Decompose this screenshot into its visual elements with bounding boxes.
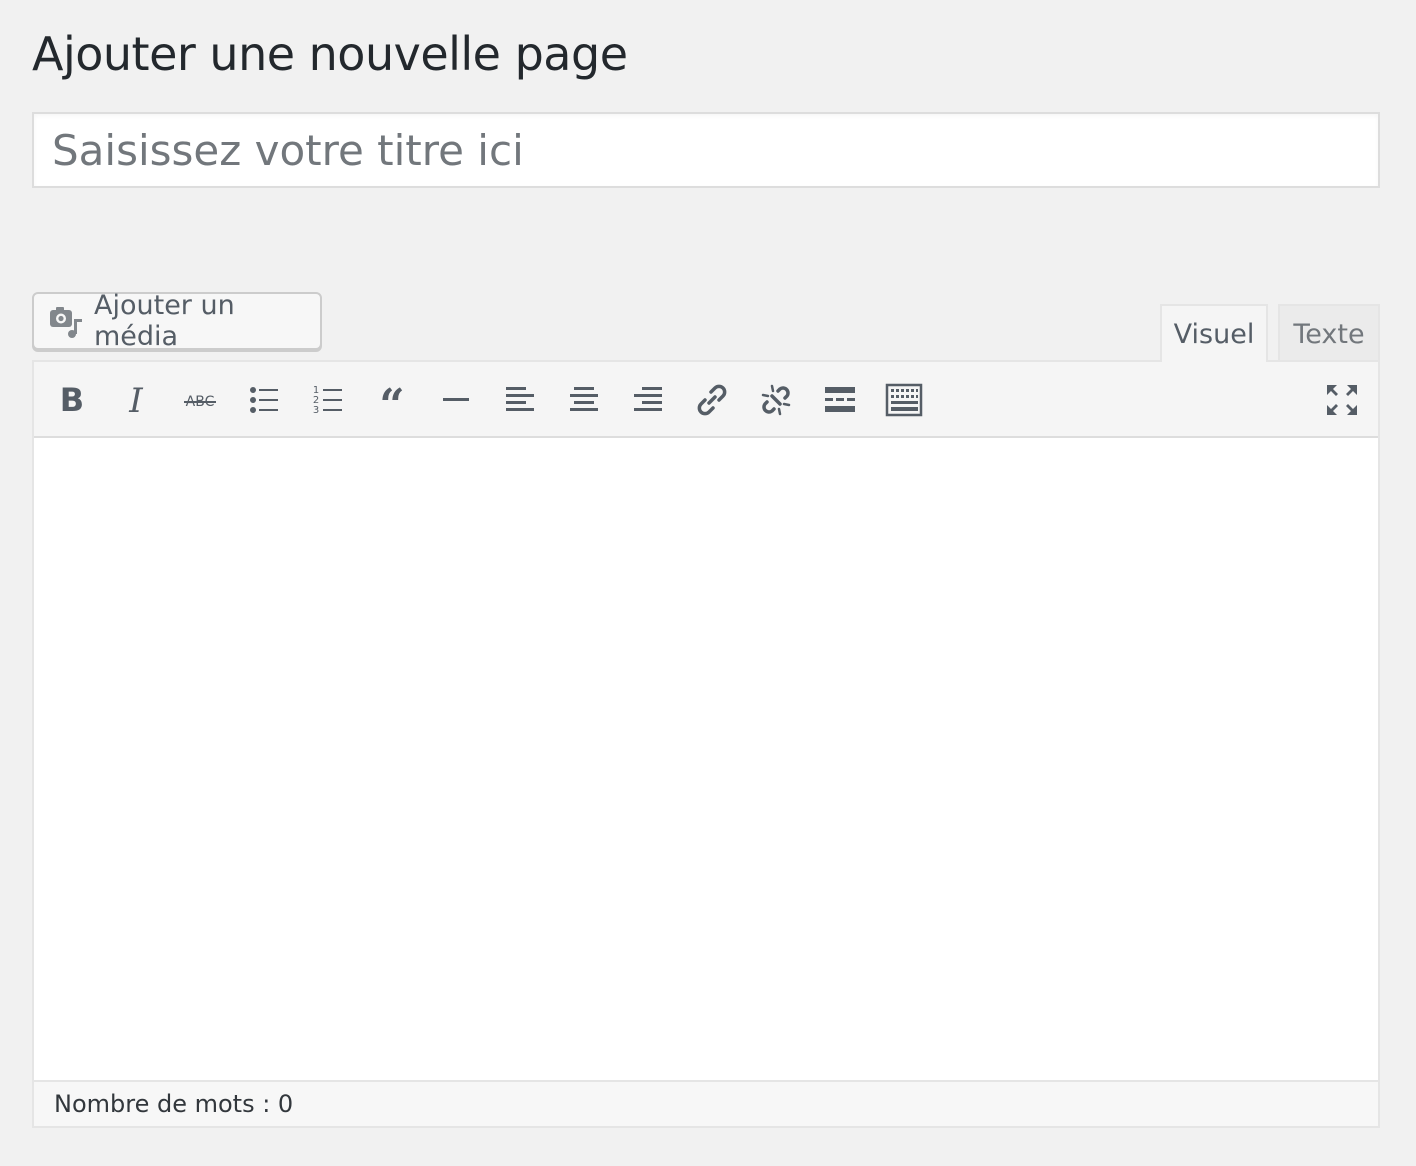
- horizontal-line-icon: [443, 398, 469, 401]
- numbered-list-icon: 1 2 3: [313, 385, 342, 416]
- blockquote-icon: “: [379, 382, 404, 418]
- italic-button[interactable]: I: [112, 376, 160, 424]
- tab-visual[interactable]: Visuel: [1160, 304, 1268, 362]
- bulleted-list-button[interactable]: [240, 376, 288, 424]
- title-input[interactable]: [32, 112, 1380, 188]
- svg-text:3: 3: [313, 405, 319, 416]
- link-icon: [697, 384, 727, 416]
- tab-text[interactable]: Texte: [1278, 304, 1380, 362]
- remove-link-button[interactable]: [752, 376, 800, 424]
- svg-text:B: B: [60, 382, 84, 418]
- fullscreen-button[interactable]: [1318, 376, 1366, 424]
- unlink-icon: [761, 384, 791, 416]
- align-right-button[interactable]: [624, 376, 672, 424]
- read-more-button[interactable]: [816, 376, 864, 424]
- strikethrough-icon: ABC: [184, 394, 216, 410]
- align-right-icon: [634, 387, 662, 411]
- numbered-list-button[interactable]: 1 2 3: [304, 376, 352, 424]
- toolbar-toggle-button[interactable]: [880, 376, 928, 424]
- keyboard-icon: [885, 383, 923, 417]
- add-media-button[interactable]: Ajouter un média: [32, 290, 322, 352]
- editor-toolbar: B I ABC 1 2 3 “: [34, 362, 1378, 438]
- page-title: Ajouter une nouvelle page: [32, 27, 628, 81]
- add-media-icon: [48, 303, 84, 339]
- align-center-icon: [570, 387, 598, 411]
- align-center-button[interactable]: [560, 376, 608, 424]
- editor: B I ABC 1 2 3 “ Nombre de mots: 0: [32, 360, 1380, 1128]
- status-bar: Nombre de mots : 0: [34, 1080, 1378, 1126]
- bold-button[interactable]: B: [48, 376, 96, 424]
- strikethrough-button[interactable]: ABC: [176, 376, 224, 424]
- editor-content-area[interactable]: [34, 438, 1378, 1082]
- svg-text:I: I: [128, 382, 143, 418]
- horizontal-line-button[interactable]: [432, 376, 480, 424]
- word-count: Nombre de mots : 0: [54, 1090, 294, 1118]
- align-left-icon: [506, 387, 534, 411]
- insert-link-button[interactable]: [688, 376, 736, 424]
- svg-text:“: “: [379, 382, 404, 418]
- read-more-icon: [825, 387, 855, 412]
- add-media-label: Ajouter un média: [94, 290, 235, 352]
- fullscreen-icon: [1327, 385, 1357, 415]
- align-left-button[interactable]: [496, 376, 544, 424]
- italic-icon: I: [128, 382, 143, 418]
- blockquote-button[interactable]: “: [368, 376, 416, 424]
- bulleted-list-icon: [250, 387, 278, 413]
- bold-icon: B: [60, 382, 84, 418]
